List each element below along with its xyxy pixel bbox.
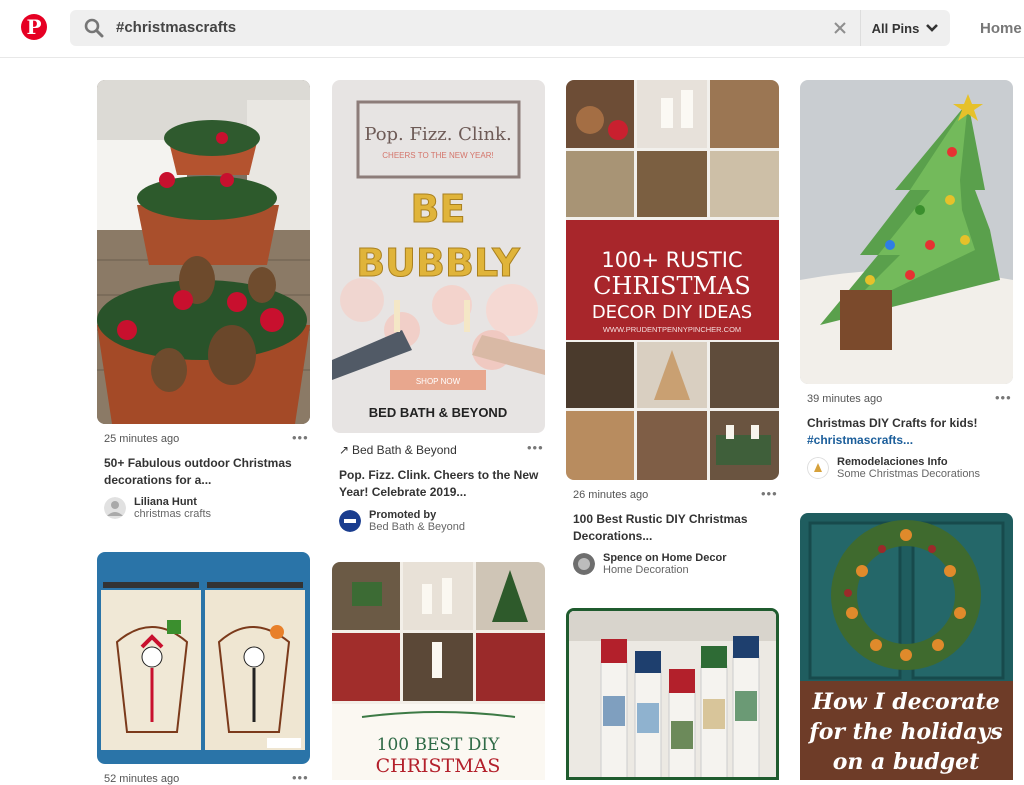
avatar [573, 553, 595, 575]
board-name: christmas crafts [134, 508, 212, 520]
pin-image-diy-collage[interactable]: 100 BEST DIY CHRISTMAS [332, 562, 545, 780]
search-icon [84, 18, 104, 38]
ad-shop-now: SHOP NOW [416, 377, 461, 386]
pin-image-wreath[interactable]: How I decorate for the holidays on a bud… [800, 513, 1013, 780]
banner-line-1: 100+ RUSTIC [601, 248, 742, 272]
user-name: Spence on Home Decor [603, 552, 727, 564]
avatar [104, 497, 126, 519]
pin-image-outdoor-pots[interactable] [97, 80, 310, 424]
pin-timestamp: 25 minutes ago [104, 433, 180, 445]
close-icon[interactable] [830, 18, 850, 38]
ad-subheadline: CHEERS TO THE NEW YEAR! [382, 151, 493, 160]
board-name: Bed Bath & Beyond [369, 521, 466, 533]
pin-user[interactable]: Spence on Home Decor Home Decoration [573, 552, 726, 576]
ad-brand: BED BATH & BEYOND [369, 405, 507, 420]
arrow-icon: ↗ [339, 443, 350, 457]
more-icon[interactable]: ••• [527, 440, 544, 455]
overlay-line-1: How I decorate [811, 689, 999, 715]
pin-title[interactable]: 100 Best Rustic DIY Christmas Decoration… [573, 511, 773, 545]
pin-timestamp: 52 minutes ago [104, 773, 180, 785]
pin-user[interactable]: Promoted by Bed Bath & Beyond [339, 509, 465, 533]
ad-balloon-be: BE [411, 187, 466, 231]
pin-image-rustic-collage[interactable]: 100+ RUSTIC CHRISTMAS DECOR DIY IDEAS WW… [566, 80, 779, 480]
pin-timestamp: 26 minutes ago [573, 489, 649, 501]
pin-user[interactable]: Remodelaciones Info Some Christmas Decor… [807, 456, 980, 480]
pin-image-paper-tree[interactable] [800, 80, 1013, 384]
home-link[interactable]: Home [980, 20, 1022, 37]
board-name: Some Christmas Decorations [837, 468, 981, 480]
pin-title[interactable]: Pop. Fizz. Clink. Cheers to the New Year… [339, 467, 539, 501]
top-bar: P #christmascrafts All Pins Home [0, 0, 1024, 58]
overlay-line-1: 100 BEST DIY [377, 735, 500, 755]
ad-balloon-bubbly: BUBBLY [356, 241, 520, 285]
banner-line-2: CHRISTMAS [593, 272, 751, 300]
filter-label: All Pins [871, 20, 920, 36]
banner-line-3: DECOR DIY IDEAS [592, 302, 752, 323]
avatar [807, 457, 829, 479]
more-icon[interactable]: ••• [761, 486, 778, 501]
pin-title[interactable]: 50+ Fabulous outdoor Christmas decoratio… [104, 455, 304, 489]
pin-title[interactable]: Christmas DIY Crafts for kids! #christma… [807, 415, 1007, 449]
pin-timestamp: 39 minutes ago [807, 393, 883, 405]
hashtag-link[interactable]: #christmascrafts... [807, 433, 913, 447]
search-input[interactable]: #christmascrafts [116, 10, 816, 46]
overlay-line-3: on a budget [833, 749, 980, 775]
pin-title-text: Christmas DIY Crafts for kids! [807, 416, 978, 430]
more-icon[interactable]: ••• [995, 390, 1012, 405]
pin-image-sketchbooks[interactable] [97, 552, 310, 764]
pin-image-ad[interactable]: Pop. Fizz. Clink. CHEERS TO THE NEW YEAR… [332, 80, 545, 433]
avatar [339, 510, 361, 532]
user-name: Remodelaciones Info [837, 456, 948, 468]
overlay-line-2: CHRISTMAS [376, 755, 501, 777]
pin-image-snowmen[interactable] [566, 608, 779, 780]
pin-source[interactable]: Bed Bath & Beyond [352, 443, 457, 457]
promoted-label: Promoted by [369, 509, 437, 521]
more-icon[interactable]: ••• [292, 430, 309, 445]
overlay-line-2: for the holidays [807, 719, 1002, 745]
banner-url: WWW.PRUDENTPENNYPINCHER.COM [603, 325, 741, 334]
pin-user[interactable]: Liliana Hunt christmas crafts [104, 496, 211, 520]
more-icon[interactable]: ••• [292, 770, 309, 785]
pinterest-logo[interactable]: P [21, 14, 47, 40]
search-bar[interactable]: #christmascrafts [70, 10, 860, 46]
board-name: Home Decoration [603, 564, 689, 576]
chevron-down-icon [926, 24, 939, 32]
user-name: Liliana Hunt [134, 496, 197, 508]
filter-dropdown[interactable]: All Pins [860, 10, 950, 46]
logo-letter: P [26, 15, 42, 39]
ad-headline: Pop. Fizz. Clink. [364, 124, 511, 145]
